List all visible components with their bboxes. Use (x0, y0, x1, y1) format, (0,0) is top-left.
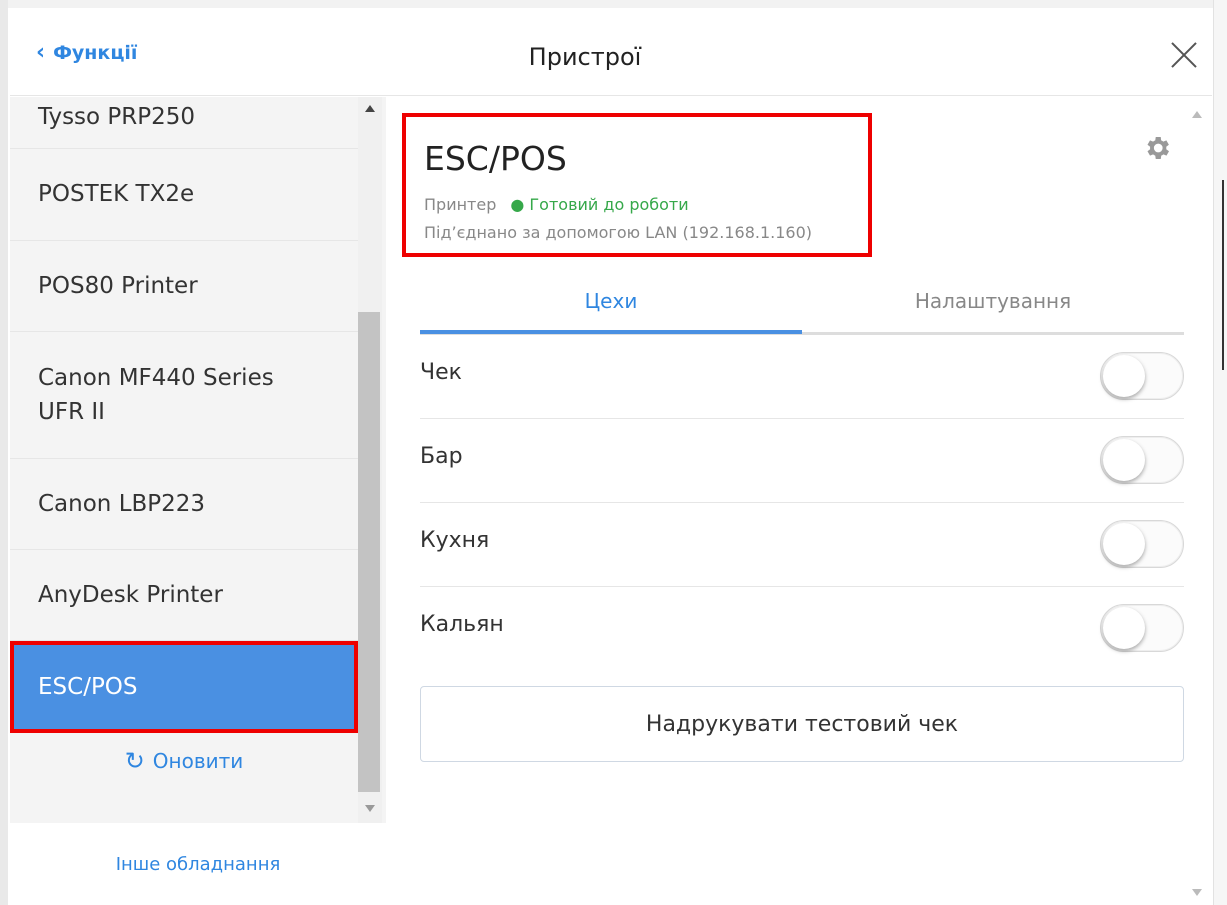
panel-scroll-down-arrow-icon[interactable] (1192, 889, 1202, 896)
window-frame-right (1213, 0, 1227, 905)
device-list-item[interactable]: Canon MF440 Series UFR II (10, 332, 358, 459)
window-frame-top (0, 0, 1227, 8)
device-info-highlight: ESC/POS Принтер ● Готовий до роботи Під’… (402, 113, 872, 257)
device-sidebar: Tysso PRP250 POSTEK TX2e POS80 Printer C… (10, 97, 386, 905)
device-meta: Принтер ● Готовий до роботи (424, 195, 689, 214)
panel-scroll-up-arrow-icon[interactable] (1192, 111, 1202, 118)
device-detail-panel: ESC/POS Принтер ● Готовий до роботи Під’… (386, 97, 1213, 905)
workshop-row: Кухня (420, 503, 1184, 587)
workshop-row: Чек (420, 335, 1184, 419)
device-list-item-label: Tysso PRP250 (38, 104, 196, 131)
device-list-item-label: POS80 Printer (38, 272, 198, 299)
refresh-icon: ↻ (124, 747, 145, 775)
device-connection: Під’єднано за допомогою LAN (192.168.1.1… (424, 223, 812, 242)
device-name: ESC/POS (424, 139, 567, 178)
devices-window: ‹ Функції Пристрої Tysso PRP250 POSTEK T… (0, 0, 1227, 905)
print-test-receipt-button[interactable]: Надрукувати тестовий чек (420, 686, 1184, 762)
workshop-toggle[interactable] (1100, 604, 1184, 652)
frame-edge-line (1222, 180, 1224, 370)
refresh-button[interactable]: ↻ Оновити (10, 747, 358, 775)
tab-workshops[interactable]: Цехи (420, 289, 802, 313)
toggle-knob (1103, 607, 1145, 649)
device-list-item-label: POSTEK TX2e (38, 181, 195, 208)
toggle-knob (1103, 439, 1145, 481)
device-type: Принтер (424, 195, 497, 214)
device-list-item-label: Canon MF440 Series UFR II (38, 364, 274, 426)
close-icon[interactable] (1167, 38, 1201, 72)
device-list-item-label: Canon LBP223 (38, 490, 206, 517)
tab-bar: Цехи Налаштування (420, 269, 1184, 335)
window-frame-left (0, 0, 8, 905)
workshop-label: Чек (420, 360, 462, 385)
gear-icon[interactable] (1142, 133, 1172, 163)
device-list-item-label: ESC/POS (38, 673, 138, 700)
workshop-toggle[interactable] (1100, 520, 1184, 568)
active-tab-indicator (420, 330, 802, 334)
device-list-item[interactable]: AnyDesk Printer (10, 550, 358, 641)
device-list-item-selected[interactable]: ESC/POS (10, 641, 358, 733)
workshop-toggle[interactable] (1100, 352, 1184, 400)
workshop-label: Бар (420, 444, 463, 469)
page-title: Пристрої (528, 43, 642, 71)
scroll-up-arrow-icon[interactable] (365, 105, 375, 112)
scroll-thumb[interactable] (358, 312, 380, 792)
device-list-item-label: AnyDesk Printer (38, 581, 223, 608)
other-hardware-link[interactable]: Інше обладнання (10, 823, 386, 905)
workshop-row: Бар (420, 419, 1184, 503)
workshop-label: Кухня (420, 528, 490, 553)
device-list[interactable]: Tysso PRP250 POSTEK TX2e POS80 Printer C… (10, 97, 358, 823)
device-list-item[interactable]: Tysso PRP250 (10, 97, 358, 149)
toggle-knob (1103, 523, 1145, 565)
device-list-item[interactable]: Canon LBP223 (10, 459, 358, 550)
workshop-toggle[interactable] (1100, 436, 1184, 484)
workshop-row: Кальян (420, 587, 1184, 671)
device-list-item[interactable]: POSTEK TX2e (10, 149, 358, 241)
scroll-down-arrow-icon[interactable] (365, 805, 375, 812)
workshop-label: Кальян (420, 612, 504, 637)
toggle-knob (1103, 355, 1145, 397)
refresh-label: Оновити (152, 749, 244, 773)
sidebar-scrollbar[interactable] (358, 97, 382, 823)
tab-settings[interactable]: Налаштування (802, 289, 1184, 313)
device-list-item[interactable]: POS80 Printer (10, 241, 358, 332)
device-status: ● Готовий до роботи (510, 195, 689, 214)
header: ‹ Функції Пристрої (10, 10, 1212, 96)
